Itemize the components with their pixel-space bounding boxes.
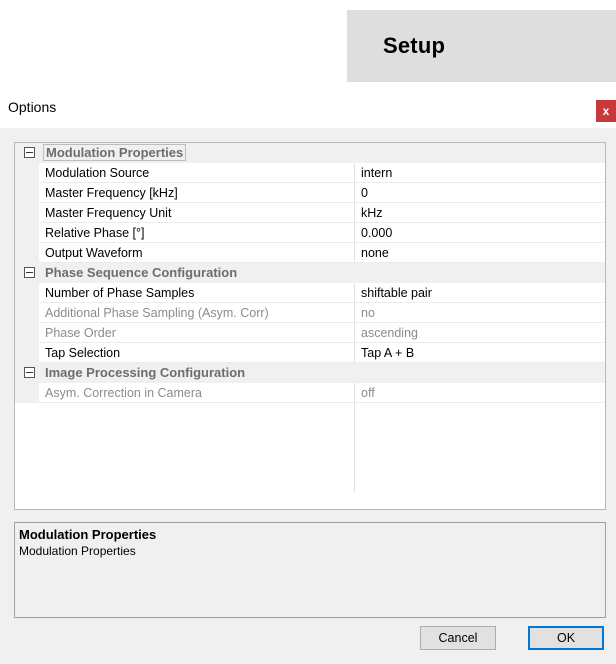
row-gutter <box>15 303 39 323</box>
help-description: Modulation Properties <box>19 544 136 558</box>
column-divider <box>354 223 355 242</box>
property-value: no <box>361 306 375 320</box>
property-value[interactable]: Tap A + B <box>361 346 414 360</box>
property-row-tap-selection[interactable]: Tap Selection Tap A + B <box>15 343 605 363</box>
property-value[interactable]: 0.000 <box>361 226 392 240</box>
help-title: Modulation Properties <box>19 527 157 542</box>
property-value[interactable]: 0 <box>361 186 368 200</box>
category-modulation-properties[interactable]: Modulation Properties <box>15 143 605 163</box>
property-grid: Modulation Properties Modulation Source … <box>14 142 606 510</box>
category-image-processing-configuration[interactable]: Image Processing Configuration <box>15 363 605 383</box>
property-name: Additional Phase Sampling (Asym. Corr) <box>45 306 269 320</box>
property-value[interactable]: intern <box>361 166 392 180</box>
row-gutter <box>15 383 39 403</box>
property-row-master-frequency-unit[interactable]: Master Frequency Unit kHz <box>15 203 605 223</box>
column-divider <box>354 303 355 322</box>
property-name: Master Frequency Unit <box>45 206 172 220</box>
column-divider <box>354 183 355 202</box>
property-name: Phase Order <box>45 326 116 340</box>
column-divider <box>354 343 355 362</box>
dialog-body: Modulation Properties Modulation Source … <box>0 128 616 664</box>
collapse-icon[interactable] <box>24 267 35 278</box>
dialog-titlebar: Options <box>0 88 616 126</box>
property-value[interactable]: shiftable pair <box>361 286 432 300</box>
row-gutter <box>15 223 39 243</box>
row-gutter <box>15 183 39 203</box>
category-label: Phase Sequence Configuration <box>45 265 238 280</box>
collapse-icon[interactable] <box>24 367 35 378</box>
property-name: Asym. Correction in Camera <box>45 386 202 400</box>
property-row-modulation-source[interactable]: Modulation Source intern <box>15 163 605 183</box>
property-row-output-waveform[interactable]: Output Waveform none <box>15 243 605 263</box>
column-divider <box>354 203 355 222</box>
property-name: Tap Selection <box>45 346 121 360</box>
property-value[interactable]: kHz <box>361 206 383 220</box>
close-icon: x <box>602 104 610 118</box>
setup-banner: Setup <box>347 10 616 82</box>
column-divider <box>354 163 355 182</box>
property-name: Number of Phase Samples <box>45 286 195 300</box>
property-row-relative-phase[interactable]: Relative Phase [°] 0.000 <box>15 223 605 243</box>
row-gutter <box>15 283 39 303</box>
category-phase-sequence-configuration[interactable]: Phase Sequence Configuration <box>15 263 605 283</box>
collapse-icon[interactable] <box>24 147 35 158</box>
property-row-additional-phase-sampling: Additional Phase Sampling (Asym. Corr) n… <box>15 303 605 323</box>
property-row-phase-order: Phase Order ascending <box>15 323 605 343</box>
column-divider <box>354 403 355 493</box>
column-divider <box>354 323 355 342</box>
dialog-title: Options <box>8 99 57 115</box>
property-name: Modulation Source <box>45 166 150 180</box>
row-gutter <box>15 163 39 183</box>
row-gutter <box>15 243 39 263</box>
category-label: Modulation Properties <box>43 144 187 161</box>
close-button[interactable]: x <box>596 100 616 122</box>
row-gutter <box>15 203 39 223</box>
row-gutter <box>15 323 39 343</box>
property-value[interactable]: none <box>361 246 389 260</box>
row-gutter <box>15 343 39 363</box>
cancel-button[interactable]: Cancel <box>420 626 496 650</box>
property-value: off <box>361 386 375 400</box>
property-value: ascending <box>361 326 418 340</box>
property-row-asym-correction: Asym. Correction in Camera off <box>15 383 605 403</box>
property-name: Master Frequency [kHz] <box>45 186 178 200</box>
setup-title: Setup <box>383 33 446 58</box>
help-panel: Modulation Properties Modulation Propert… <box>14 522 606 618</box>
property-row-master-frequency[interactable]: Master Frequency [kHz] 0 <box>15 183 605 203</box>
column-divider <box>354 283 355 302</box>
grid-empty-area <box>15 403 605 493</box>
ok-button[interactable]: OK <box>528 626 604 650</box>
property-row-number-of-phase-samples[interactable]: Number of Phase Samples shiftable pair <box>15 283 605 303</box>
property-name: Relative Phase [°] <box>45 226 145 240</box>
column-divider <box>354 383 355 402</box>
property-name: Output Waveform <box>45 246 143 260</box>
category-label: Image Processing Configuration <box>45 365 246 380</box>
column-divider <box>354 243 355 262</box>
